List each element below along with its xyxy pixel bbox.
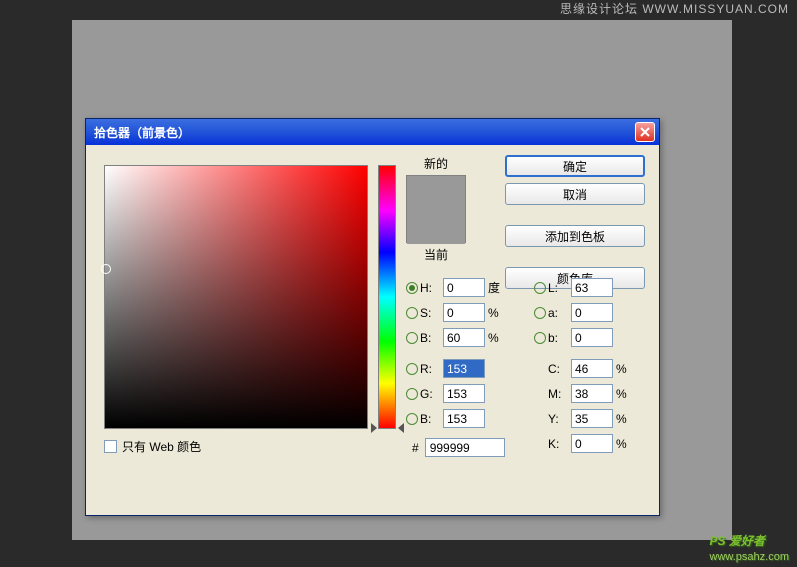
c-input[interactable]	[571, 359, 613, 378]
b-rgb-radio[interactable]	[406, 413, 418, 425]
l-input[interactable]	[571, 278, 613, 297]
new-color-swatch	[407, 176, 465, 210]
watermark-bottom: PS 爱好者 www.psahz.com	[710, 528, 789, 563]
b-rgb-label: B:	[420, 412, 440, 426]
hex-label: #	[412, 441, 419, 455]
a-input[interactable]	[571, 303, 613, 322]
y-input[interactable]	[571, 409, 613, 428]
h-input[interactable]	[443, 278, 485, 297]
m-label: M:	[548, 387, 568, 401]
l-label: L:	[548, 281, 568, 295]
r-radio[interactable]	[406, 363, 418, 375]
b-rgb-input[interactable]	[443, 409, 485, 428]
s-input[interactable]	[443, 303, 485, 322]
r-label: R:	[420, 362, 440, 376]
action-buttons: 确定 取消 添加到色板 颜色库	[505, 155, 645, 289]
color-swatch-group: 新的 当前	[406, 155, 466, 263]
ok-button[interactable]: 确定	[505, 155, 645, 177]
a-radio[interactable]	[534, 307, 546, 319]
k-unit: %	[616, 437, 634, 451]
sv-cursor-icon	[101, 264, 111, 274]
hue-arrow-right-icon	[398, 423, 404, 433]
m-input[interactable]	[571, 384, 613, 403]
cancel-button[interactable]: 取消	[505, 183, 645, 205]
new-color-label: 新的	[406, 155, 466, 172]
b-hsb-unit: %	[488, 331, 506, 345]
close-button[interactable]	[635, 122, 655, 142]
g-label: G:	[420, 387, 440, 401]
current-color-label: 当前	[406, 246, 466, 263]
dialog-title: 拾色器（前景色）	[94, 124, 635, 141]
dialog-body: 新的 当前 确定 取消 添加到色板 颜色库 H: 度 L:	[86, 145, 659, 515]
l-radio[interactable]	[534, 282, 546, 294]
current-color-swatch	[407, 210, 465, 244]
c-label: C:	[548, 362, 568, 376]
web-colors-label: 只有 Web 颜色	[122, 438, 201, 455]
b-lab-label: b:	[548, 331, 568, 345]
g-input[interactable]	[443, 384, 485, 403]
color-fields: H: 度 L: S: % a: B:	[406, 275, 646, 456]
r-input[interactable]	[443, 359, 485, 378]
s-radio[interactable]	[406, 307, 418, 319]
titlebar[interactable]: 拾色器（前景色）	[86, 119, 659, 145]
saturation-value-picker[interactable]	[104, 165, 368, 429]
color-picker-dialog: 拾色器（前景色） 新的 当前 确定 取消 添加到色板 颜色库	[85, 118, 660, 516]
s-label: S:	[420, 306, 440, 320]
hue-arrow-left-icon	[371, 423, 377, 433]
c-unit: %	[616, 362, 634, 376]
a-label: a:	[548, 306, 568, 320]
y-unit: %	[616, 412, 634, 426]
color-swatch[interactable]	[406, 175, 466, 243]
add-to-swatch-button[interactable]: 添加到色板	[505, 225, 645, 247]
b-hsb-input[interactable]	[443, 328, 485, 347]
m-unit: %	[616, 387, 634, 401]
g-radio[interactable]	[406, 388, 418, 400]
web-colors-checkbox[interactable]	[104, 440, 117, 453]
y-label: Y:	[548, 412, 568, 426]
hex-row: #	[412, 438, 505, 457]
b-lab-input[interactable]	[571, 328, 613, 347]
b-hsb-radio[interactable]	[406, 332, 418, 344]
b-hsb-label: B:	[420, 331, 440, 345]
b-lab-radio[interactable]	[534, 332, 546, 344]
k-input[interactable]	[571, 434, 613, 453]
hex-input[interactable]	[425, 438, 505, 457]
watermark-top: 思缘设计论坛 WWW.MISSYUAN.COM	[560, 0, 789, 17]
close-icon	[640, 127, 650, 137]
k-label: K:	[548, 437, 568, 451]
h-radio[interactable]	[406, 282, 418, 294]
hue-slider[interactable]	[378, 165, 396, 429]
s-unit: %	[488, 306, 506, 320]
h-unit: 度	[488, 279, 506, 296]
web-colors-checkbox-row[interactable]: 只有 Web 颜色	[104, 438, 201, 455]
h-label: H:	[420, 281, 440, 295]
